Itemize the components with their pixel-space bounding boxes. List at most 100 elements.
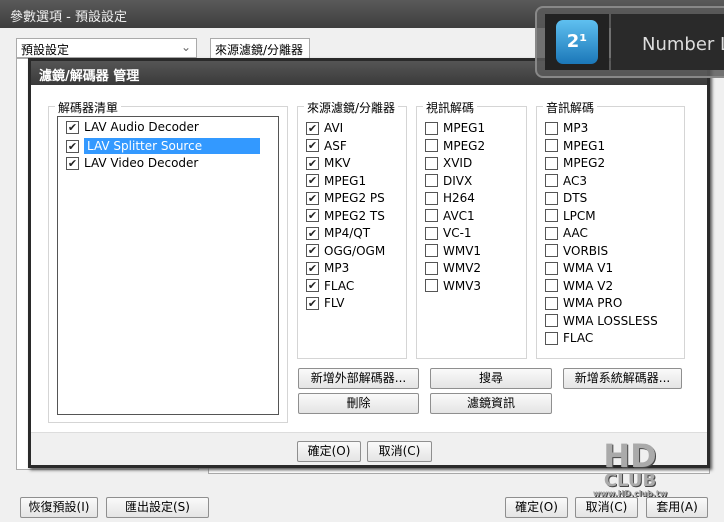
- number-lock-icon: 2¹: [556, 20, 598, 64]
- audio-decoder-item[interactable]: WMA V1: [545, 261, 613, 275]
- checkbox[interactable]: [545, 139, 558, 152]
- audio-decoder-item[interactable]: WMA V2: [545, 279, 613, 293]
- ok-button[interactable]: 確定(O): [505, 497, 568, 518]
- add-external-decoder-button[interactable]: 新增外部解碼器...: [298, 368, 419, 389]
- checkbox[interactable]: ✔: [306, 296, 319, 310]
- restore-defaults-button[interactable]: 恢復預設(I): [20, 497, 98, 518]
- checkbox[interactable]: ✔: [306, 191, 319, 205]
- checkbox[interactable]: [545, 279, 558, 292]
- decoder-list[interactable]: ✔ LAV Audio Decoder ✔ LAV Splitter Source ✔ L…: [57, 116, 279, 415]
- checkbox[interactable]: ✔: [66, 156, 79, 170]
- video-decoder-item[interactable]: WMV1: [425, 244, 481, 258]
- checkbox[interactable]: ✔: [306, 209, 319, 222]
- audio-decoder-item[interactable]: MPEG1: [545, 139, 605, 153]
- audio-decoder-item[interactable]: AC3: [545, 174, 587, 188]
- checkbox[interactable]: [425, 261, 438, 275]
- source-filter-label: ASF: [324, 138, 347, 153]
- video-decoder-label: H264: [443, 191, 475, 205]
- checkbox[interactable]: [425, 226, 438, 240]
- video-decoder-item[interactable]: DIVX: [425, 174, 472, 188]
- source-filter-item[interactable]: ✔ MPEG2 PS: [306, 191, 385, 205]
- video-decoder-item[interactable]: WMV3: [425, 279, 481, 293]
- checkbox[interactable]: [425, 156, 438, 170]
- checkbox[interactable]: [545, 174, 558, 187]
- video-decoder-label: WMV1: [443, 243, 482, 258]
- source-filter-item[interactable]: ✔ MKV: [306, 156, 350, 170]
- decoder-item[interactable]: ✔ LAV Video Decoder: [66, 156, 198, 170]
- checkbox[interactable]: ✔: [66, 120, 79, 134]
- audio-decoder-label: AAC: [563, 226, 588, 240]
- export-settings-button[interactable]: 匯出設定(S): [106, 497, 209, 518]
- filter-info-button[interactable]: 濾鏡資訊: [430, 393, 552, 414]
- checkbox[interactable]: [545, 261, 558, 275]
- source-filter-item[interactable]: ✔ MPEG2 TS: [306, 209, 385, 223]
- source-filter-label: MPEG1: [324, 173, 367, 188]
- audio-decoder-item[interactable]: MP3: [545, 121, 588, 135]
- checkbox[interactable]: ✔: [306, 244, 319, 257]
- audio-decoder-item[interactable]: WMA PRO: [545, 296, 622, 310]
- delete-button[interactable]: 刪除: [298, 393, 419, 414]
- decoder-item[interactable]: ✔ LAV Splitter Source: [66, 138, 260, 154]
- video-decoder-item[interactable]: H264: [425, 191, 475, 205]
- video-decoder-item[interactable]: MPEG2: [425, 139, 485, 153]
- checkbox[interactable]: ✔: [306, 174, 319, 187]
- dialog-ok-button[interactable]: 確定(O): [297, 441, 361, 462]
- checkbox[interactable]: [545, 209, 558, 222]
- checkbox[interactable]: [545, 121, 558, 135]
- checkbox[interactable]: [425, 191, 438, 205]
- checkbox[interactable]: [425, 174, 438, 187]
- cancel-button[interactable]: 取消(C): [575, 497, 638, 518]
- source-filter-item[interactable]: ✔ FLV: [306, 296, 344, 310]
- video-decoder-item[interactable]: VC-1: [425, 226, 472, 240]
- checkbox[interactable]: [545, 296, 558, 310]
- checkbox[interactable]: ✔: [306, 261, 319, 275]
- preset-select[interactable]: 預設設定 ⌄: [16, 38, 197, 58]
- checkbox[interactable]: ✔: [306, 279, 319, 292]
- checkbox[interactable]: [545, 244, 558, 257]
- checkbox[interactable]: ✔: [306, 156, 319, 170]
- audio-decoder-item[interactable]: DTS: [545, 191, 587, 205]
- checkbox[interactable]: [545, 156, 558, 170]
- source-filter-label: MPEG2 TS: [324, 208, 385, 223]
- source-filter-item[interactable]: ✔ MP4/QT: [306, 226, 370, 240]
- video-decoder-label: VC-1: [443, 226, 472, 240]
- checkbox[interactable]: ✔: [306, 121, 319, 135]
- checkbox[interactable]: [545, 314, 558, 327]
- source-filter-item[interactable]: ✔ ASF: [306, 139, 347, 153]
- checkbox[interactable]: [425, 209, 438, 222]
- video-decoder-label: WMV2: [443, 261, 482, 275]
- checkbox[interactable]: ✔: [66, 139, 79, 153]
- video-decoder-item[interactable]: WMV2: [425, 261, 481, 275]
- checkbox[interactable]: [545, 191, 558, 205]
- video-decoder-item[interactable]: MPEG1: [425, 121, 485, 135]
- audio-decoder-item[interactable]: FLAC: [545, 331, 593, 345]
- add-system-decoder-button[interactable]: 新增系統解碼器...: [563, 368, 682, 389]
- video-decoder-item[interactable]: XVID: [425, 156, 472, 170]
- audio-decoder-item[interactable]: WMA LOSSLESS: [545, 314, 658, 328]
- audio-decoder-item[interactable]: VORBIS: [545, 244, 608, 258]
- audio-decoder-item[interactable]: LPCM: [545, 209, 596, 223]
- checkbox[interactable]: [545, 331, 558, 345]
- video-decoder-item[interactable]: AVC1: [425, 209, 475, 223]
- source-filter-item[interactable]: ✔ FLAC: [306, 279, 354, 293]
- source-filter-label: 來源濾鏡/分離器: [304, 99, 399, 116]
- checkbox[interactable]: [545, 226, 558, 240]
- source-filter-item[interactable]: ✔ MP3: [306, 261, 349, 275]
- tab-source-filters[interactable]: 來源濾鏡/分離器: [210, 38, 310, 58]
- apply-button[interactable]: 套用(A): [646, 497, 708, 518]
- checkbox[interactable]: ✔: [306, 226, 319, 240]
- audio-decoder-item[interactable]: MPEG2: [545, 156, 605, 170]
- dialog-cancel-button[interactable]: 取消(C): [367, 441, 432, 462]
- checkbox[interactable]: [425, 121, 438, 135]
- checkbox[interactable]: [425, 244, 438, 257]
- source-filter-item[interactable]: ✔ MPEG1: [306, 174, 366, 188]
- decoder-label: LAV Audio Decoder: [84, 120, 199, 134]
- checkbox[interactable]: [425, 139, 438, 152]
- source-filter-item[interactable]: ✔ OGG/OGM: [306, 244, 385, 258]
- checkbox[interactable]: ✔: [306, 139, 319, 152]
- audio-decoder-item[interactable]: AAC: [545, 226, 588, 240]
- decoder-item[interactable]: ✔ LAV Audio Decoder: [66, 120, 199, 134]
- search-button[interactable]: 搜尋: [430, 368, 552, 389]
- checkbox[interactable]: [425, 279, 438, 292]
- source-filter-item[interactable]: ✔ AVI: [306, 121, 343, 135]
